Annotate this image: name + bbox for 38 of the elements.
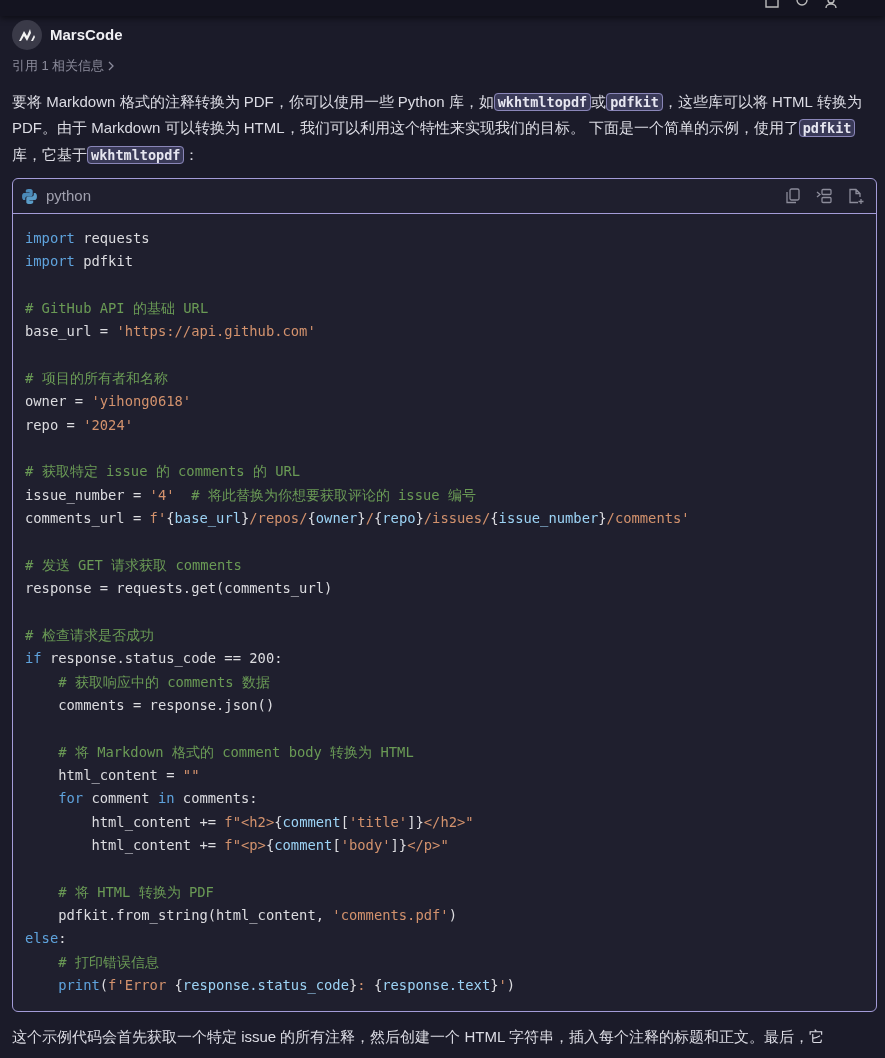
- code-line: html_content = "": [57, 765, 201, 786]
- code-line: import requests: [25, 229, 151, 248]
- python-logo-icon: [21, 187, 38, 205]
- code-line: # 将 Markdown 格式的 comment body 转换为 HTML: [57, 742, 415, 762]
- code-line: repo = '2024': [25, 415, 134, 435]
- code-line: response = requests.get(comments_url): [25, 579, 334, 599]
- paragraph: 这个示例代码会首先获取一个特定 issue 的所有注释，然后创建一个 HTML 字符串，插入每个注释的标题和正文。最后，它: [12, 1027, 825, 1048]
- code-line: print(f'Error {response.status_code}: {response.text}'): [57, 976, 517, 996]
- assistant-name: MarsCode: [50, 24, 123, 45]
- code-line: # 获取特定 issue 的 comments 的 URL: [25, 462, 302, 482]
- new-file-icon[interactable]: [848, 188, 864, 204]
- paragraph: 要将 Markdown 格式的注释转换为 PDF，你可以使用一些 Python 库，如 wkhtmltopdf 或 pdfkit ，这些库可以将 HTML 转换为 PDF。由于 Markdown 可以转换为 HTML，我们可以利用这个特性来实现我们的目标。 下面是一个简单的示例，使用了 pdfkit 库，它基于 wkhtmltopdf ：: [12, 91, 863, 166]
- code-line: # 发送 GET 请求获取 comments: [25, 555, 243, 575]
- code-line: owner = 'yihong0618': [25, 392, 193, 412]
- code-line: html_content += f"<h2>{comment['title']}</h2>": [90, 812, 475, 833]
- user-icon[interactable]: [825, 0, 837, 8]
- code-line: # 项目的所有者和名称: [25, 369, 169, 389]
- language-label: python: [46, 185, 92, 206]
- insert-icon[interactable]: [816, 188, 832, 204]
- code-line: html_content += f"<p>{comment['body']}</p>": [90, 835, 450, 856]
- code-line: if response.status_code == 200:: [25, 649, 284, 669]
- code-line: # 检查请求是否成功: [25, 625, 155, 645]
- code-line: comments_url = f'{base_url}/repos/{owner}/{repo}/issues/{issue_number}/comments': [25, 509, 691, 529]
- references-link[interactable]: 引用 1 相关信息: [12, 56, 105, 76]
- code-line: # 获取响应中的 comments 数据: [57, 672, 271, 692]
- code-line: else:: [25, 929, 68, 949]
- chevron-right-icon[interactable]: [108, 60, 115, 71]
- code-line: for comment in comments:: [57, 789, 259, 809]
- code-line: base_url = 'https://api.github.com': [25, 322, 317, 342]
- code-line: # 将 HTML 转换为 PDF: [57, 882, 215, 902]
- code-line: comments = response.json(): [57, 695, 276, 715]
- copy-icon[interactable]: [786, 188, 800, 204]
- code-line: # 打印错误信息: [57, 952, 160, 972]
- code-line: pdfkit.from_string(html_content, 'comments.pdf'): [57, 905, 458, 926]
- code-line: # GitHub API 的基础 URL: [25, 299, 210, 319]
- logo-icon: [12, 20, 42, 50]
- code-line: issue_number = '4' # 将此替换为你想要获取评论的 issue 编号: [25, 485, 477, 506]
- code-line: import pdfkit: [25, 252, 134, 272]
